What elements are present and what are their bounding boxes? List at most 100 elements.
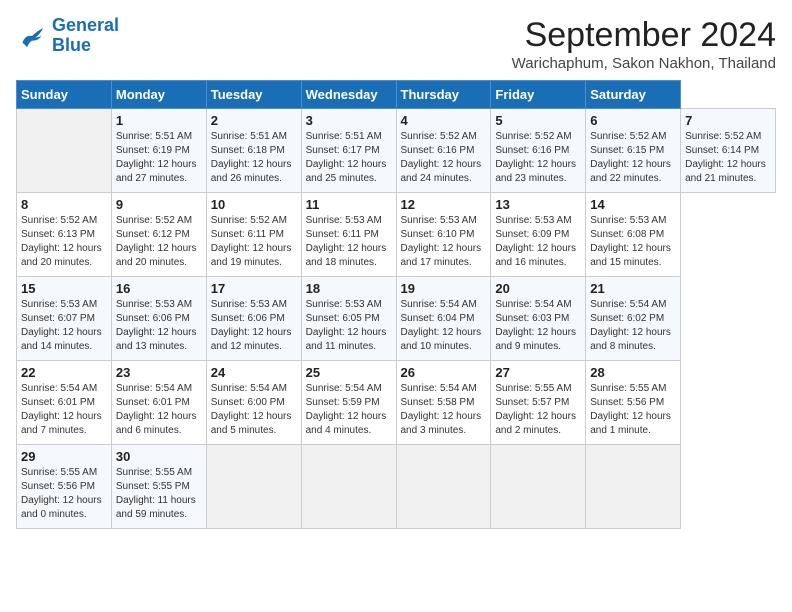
month-title: September 2024: [512, 16, 776, 55]
calendar-cell: 14 Sunrise: 5:53 AMSunset: 6:08 PMDayligh…: [586, 193, 681, 277]
day-header-saturday: Saturday: [586, 81, 681, 109]
calendar-cell: [396, 445, 491, 529]
day-number: 24: [211, 365, 297, 380]
calendar-cell: 8 Sunrise: 5:52 AMSunset: 6:13 PMDaylight…: [17, 193, 112, 277]
day-info: Sunrise: 5:51 AMSunset: 6:19 PMDaylight:…: [116, 130, 202, 186]
calendar-cell: 4 Sunrise: 5:52 AMSunset: 6:16 PMDaylight…: [396, 109, 491, 193]
logo-bird-icon: [16, 20, 48, 52]
day-number: 9: [116, 197, 202, 212]
logo-text: General Blue: [52, 16, 119, 56]
calendar-week-row: 29 Sunrise: 5:55 AMSunset: 5:56 PMDayligh…: [17, 445, 776, 529]
day-number: 6: [590, 113, 676, 128]
day-info: Sunrise: 5:53 AMSunset: 6:06 PMDaylight:…: [211, 298, 297, 354]
calendar-cell: 23 Sunrise: 5:54 AMSunset: 6:01 PMDayligh…: [111, 361, 206, 445]
calendar-cell: 2 Sunrise: 5:51 AMSunset: 6:18 PMDaylight…: [206, 109, 301, 193]
calendar-cell: 3 Sunrise: 5:51 AMSunset: 6:17 PMDaylight…: [301, 109, 396, 193]
day-number: 4: [401, 113, 487, 128]
day-info: Sunrise: 5:53 AMSunset: 6:06 PMDaylight:…: [116, 298, 202, 354]
day-info: Sunrise: 5:53 AMSunset: 6:11 PMDaylight:…: [306, 214, 392, 270]
day-info: Sunrise: 5:52 AMSunset: 6:14 PMDaylight:…: [685, 130, 771, 186]
day-info: Sunrise: 5:53 AMSunset: 6:05 PMDaylight:…: [306, 298, 392, 354]
day-info: Sunrise: 5:53 AMSunset: 6:08 PMDaylight:…: [590, 214, 676, 270]
calendar-cell: 26Sunrise: 5:54 AMSunset: 5:58 PMDayligh…: [396, 361, 491, 445]
logo: General Blue: [16, 16, 119, 56]
day-info: Sunrise: 5:53 AMSunset: 6:07 PMDaylight:…: [21, 298, 107, 354]
calendar-cell: 29 Sunrise: 5:55 AMSunset: 5:56 PMDayligh…: [17, 445, 112, 529]
day-number: 16: [116, 281, 202, 296]
calendar-cell: 20 Sunrise: 5:54 AMSunset: 6:03 PMDayligh…: [491, 277, 586, 361]
day-number: 15: [21, 281, 107, 296]
calendar-cell: 12Sunrise: 5:53 AMSunset: 6:10 PMDayligh…: [396, 193, 491, 277]
day-number: 8: [21, 197, 107, 212]
calendar-cell: 17 Sunrise: 5:53 AMSunset: 6:06 PMDayligh…: [206, 277, 301, 361]
day-info: Sunrise: 5:52 AMSunset: 6:16 PMDaylight:…: [401, 130, 487, 186]
day-number: 3: [306, 113, 392, 128]
day-header-friday: Friday: [491, 81, 586, 109]
calendar-cell: 5Sunrise: 5:52 AMSunset: 6:16 PMDaylight…: [491, 109, 586, 193]
day-info: Sunrise: 5:52 AMSunset: 6:13 PMDaylight:…: [21, 214, 107, 270]
calendar-cell: 22Sunrise: 5:54 AMSunset: 6:01 PMDayligh…: [17, 361, 112, 445]
day-number: 23: [116, 365, 202, 380]
calendar-cell: 30 Sunrise: 5:55 AMSunset: 5:55 PMDayligh…: [111, 445, 206, 529]
day-info: Sunrise: 5:55 AMSunset: 5:57 PMDaylight:…: [495, 382, 581, 438]
day-number: 30: [116, 449, 202, 464]
calendar-cell: [206, 445, 301, 529]
calendar-cell: [491, 445, 586, 529]
day-info: Sunrise: 5:53 AMSunset: 6:09 PMDaylight:…: [495, 214, 581, 270]
day-number: 21: [590, 281, 676, 296]
calendar-cell: 28 Sunrise: 5:55 AMSunset: 5:56 PMDayligh…: [586, 361, 681, 445]
calendar-week-row: 1 Sunrise: 5:51 AMSunset: 6:19 PMDaylight…: [17, 109, 776, 193]
day-number: 1: [116, 113, 202, 128]
day-number: 13: [495, 197, 581, 212]
day-info: Sunrise: 5:54 AMSunset: 6:02 PMDaylight:…: [590, 298, 676, 354]
calendar-cell: 21 Sunrise: 5:54 AMSunset: 6:02 PMDayligh…: [586, 277, 681, 361]
calendar-cell: 16 Sunrise: 5:53 AMSunset: 6:06 PMDayligh…: [111, 277, 206, 361]
day-number: 28: [590, 365, 676, 380]
day-info: Sunrise: 5:51 AMSunset: 6:18 PMDaylight:…: [211, 130, 297, 186]
day-number: 25: [306, 365, 392, 380]
day-info: Sunrise: 5:51 AMSunset: 6:17 PMDaylight:…: [306, 130, 392, 186]
calendar-cell: 13 Sunrise: 5:53 AMSunset: 6:09 PMDayligh…: [491, 193, 586, 277]
calendar-cell: [17, 109, 112, 193]
day-info: Sunrise: 5:54 AMSunset: 6:03 PMDaylight:…: [495, 298, 581, 354]
calendar-cell: 1 Sunrise: 5:51 AMSunset: 6:19 PMDaylight…: [111, 109, 206, 193]
day-number: 22: [21, 365, 107, 380]
calendar-cell: [301, 445, 396, 529]
day-info: Sunrise: 5:55 AMSunset: 5:55 PMDaylight:…: [116, 466, 202, 522]
calendar-cell: 27Sunrise: 5:55 AMSunset: 5:57 PMDayligh…: [491, 361, 586, 445]
day-info: Sunrise: 5:54 AMSunset: 6:01 PMDaylight:…: [116, 382, 202, 438]
day-info: Sunrise: 5:52 AMSunset: 6:16 PMDaylight:…: [495, 130, 581, 186]
location-title: Warichaphum, Sakon Nakhon, Thailand: [512, 55, 776, 72]
calendar-table: SundayMondayTuesdayWednesdayThursdayFrid…: [16, 80, 776, 529]
calendar-cell: [586, 445, 681, 529]
calendar-cell: 19 Sunrise: 5:54 AMSunset: 6:04 PMDayligh…: [396, 277, 491, 361]
day-number: 20: [495, 281, 581, 296]
day-info: Sunrise: 5:54 AMSunset: 6:04 PMDaylight:…: [401, 298, 487, 354]
day-number: 26: [401, 365, 487, 380]
header: General Blue September 2024 Warichaphum,…: [16, 16, 776, 72]
day-number: 19: [401, 281, 487, 296]
calendar-week-row: 15 Sunrise: 5:53 AMSunset: 6:07 PMDayligh…: [17, 277, 776, 361]
day-number: 14: [590, 197, 676, 212]
day-info: Sunrise: 5:55 AMSunset: 5:56 PMDaylight:…: [590, 382, 676, 438]
calendar-cell: 15 Sunrise: 5:53 AMSunset: 6:07 PMDayligh…: [17, 277, 112, 361]
day-info: Sunrise: 5:55 AMSunset: 5:56 PMDaylight:…: [21, 466, 107, 522]
day-info: Sunrise: 5:54 AMSunset: 5:59 PMDaylight:…: [306, 382, 392, 438]
day-header-wednesday: Wednesday: [301, 81, 396, 109]
day-info: Sunrise: 5:54 AMSunset: 6:00 PMDaylight:…: [211, 382, 297, 438]
day-header-monday: Monday: [111, 81, 206, 109]
day-number: 10: [211, 197, 297, 212]
day-info: Sunrise: 5:53 AMSunset: 6:10 PMDaylight:…: [401, 214, 487, 270]
calendar-cell: 24 Sunrise: 5:54 AMSunset: 6:00 PMDayligh…: [206, 361, 301, 445]
day-number: 7: [685, 113, 771, 128]
day-number: 2: [211, 113, 297, 128]
calendar-cell: 7 Sunrise: 5:52 AMSunset: 6:14 PMDaylight…: [681, 109, 776, 193]
day-number: 11: [306, 197, 392, 212]
calendar-cell: 25 Sunrise: 5:54 AMSunset: 5:59 PMDayligh…: [301, 361, 396, 445]
calendar-cell: 18Sunrise: 5:53 AMSunset: 6:05 PMDayligh…: [301, 277, 396, 361]
header-row: SundayMondayTuesdayWednesdayThursdayFrid…: [17, 81, 776, 109]
day-number: 17: [211, 281, 297, 296]
calendar-cell: 10Sunrise: 5:52 AMSunset: 6:11 PMDayligh…: [206, 193, 301, 277]
day-header-sunday: Sunday: [17, 81, 112, 109]
day-number: 29: [21, 449, 107, 464]
